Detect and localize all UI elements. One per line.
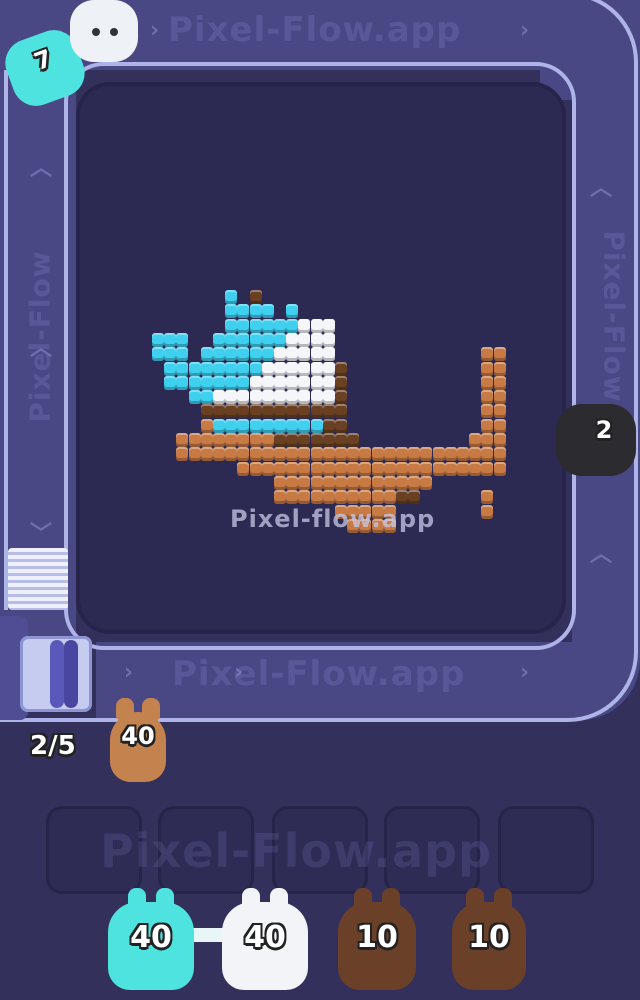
shooter-count: 2 [595,416,613,444]
chevron-right-icon: › [520,18,530,43]
watermark-bottom: Pixel-Flow.app [172,654,466,694]
chevron-up-icon: ︿ [590,542,613,567]
chevron-up-icon: ︿ [30,336,53,361]
chevron-right-icon: › [124,660,134,685]
eye-icon [110,28,118,36]
slot-5[interactable] [498,806,594,894]
launcher-shooter[interactable]: 40 [110,698,166,782]
progress-counter: 2/5 [30,731,76,761]
chevron-up-icon: ︿ [30,156,53,181]
shooter-count: 40 [130,920,172,955]
watermark-slots: Pixel-Flow.app [100,824,492,878]
launcher-roller-icon [64,640,78,708]
track-shooter-black[interactable]: 2 [556,404,636,476]
shooter-count: 10 [356,920,398,955]
queue-shooter-white[interactable]: 40 [222,888,308,990]
shooter-count: 40 [121,722,155,750]
track-shooter-white[interactable] [70,0,138,62]
queue-shooter-brown[interactable]: 10 [338,888,416,990]
eye-icon [92,28,100,36]
pixel-board [76,82,566,634]
rail-left [4,70,8,610]
watermark-side-right: Pixel-Flow [597,230,631,403]
watermark-center: Pixel-flow.app [230,505,436,533]
shooter-count: 40 [244,920,286,955]
watermark-top: Pixel-Flow.app [168,10,462,50]
chevron-right-icon: › [150,18,160,43]
chevron-down-icon: ﹀ [30,522,53,547]
chevron-up-icon: ︿ [590,176,613,201]
shooter-count: 7 [30,44,56,77]
queue-shooter-cyan[interactable]: 40 [108,888,194,990]
chevron-right-icon: › [234,660,244,685]
shooter-count: 10 [468,920,510,955]
queue-shooter-brown[interactable]: 10 [452,888,526,990]
chevron-right-icon: › [520,660,530,685]
launcher-roller-icon [50,640,64,708]
launcher-gate [0,616,96,720]
ammo-stack [8,548,68,610]
